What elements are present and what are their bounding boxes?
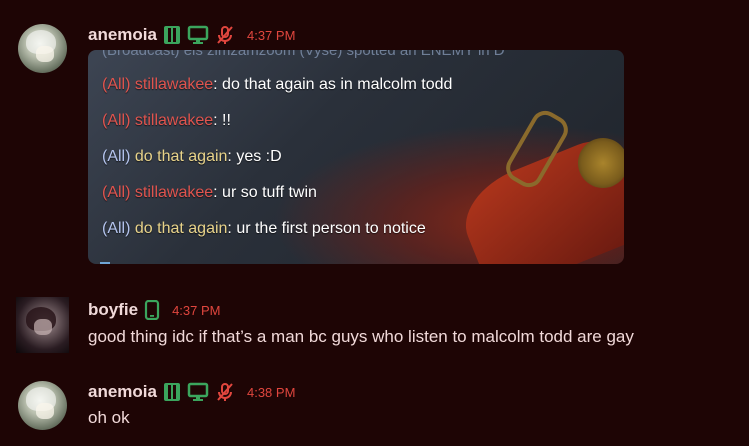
- mobile-icon: [163, 25, 181, 45]
- avatar-face-shape: [36, 403, 54, 419]
- avatar[interactable]: [18, 24, 67, 73]
- attachment-cursor-mark: [100, 262, 110, 264]
- username[interactable]: anemoia: [88, 25, 157, 45]
- attachment-chat-line: (All) stillawakee: ur so tuff twin: [102, 184, 317, 201]
- muted-mic-icon: [215, 25, 235, 45]
- avatar-face-shape: [34, 319, 52, 335]
- attachment-art-shape: [578, 138, 624, 188]
- attachment-chat-line: (All) do that again: ur the first person…: [102, 220, 426, 237]
- attachment-chat-line: (All) stillawakee: do that again as in m…: [102, 76, 453, 93]
- timestamp: 4:37 PM: [172, 302, 221, 318]
- avatar[interactable]: [18, 381, 67, 430]
- mobile-icon: [163, 382, 181, 402]
- monitor-icon: [187, 25, 209, 45]
- timestamp: 4:38 PM: [246, 384, 296, 400]
- message-header: anemoia 4:37 PM: [88, 24, 295, 46]
- message-header: boyfie 4:37 PM: [88, 299, 220, 321]
- monitor-icon: [187, 382, 209, 402]
- mobile-icon: [144, 300, 160, 320]
- muted-mic-icon: [215, 382, 235, 402]
- image-attachment[interactable]: (Broadcast) els zimzamzoom (Vyse) spotte…: [88, 50, 624, 264]
- attachment-chat-line: (All) stillawakee: !!: [102, 112, 231, 129]
- avatar[interactable]: [16, 297, 69, 353]
- username[interactable]: boyfie: [88, 300, 138, 320]
- message-text: oh ok: [88, 408, 130, 427]
- timestamp: 4:37 PM: [246, 27, 296, 43]
- message-header: anemoia 4:38 PM: [88, 381, 295, 403]
- avatar-face-shape: [36, 46, 54, 62]
- attachment-chat-line: (All) do that again: yes :D: [102, 148, 282, 165]
- attachment-clipped-line: (Broadcast) els zimzamzoom (Vyse) spotte…: [102, 50, 505, 59]
- username[interactable]: anemoia: [88, 382, 157, 402]
- message-text: good thing idc if that’s a man bc guys w…: [88, 327, 634, 346]
